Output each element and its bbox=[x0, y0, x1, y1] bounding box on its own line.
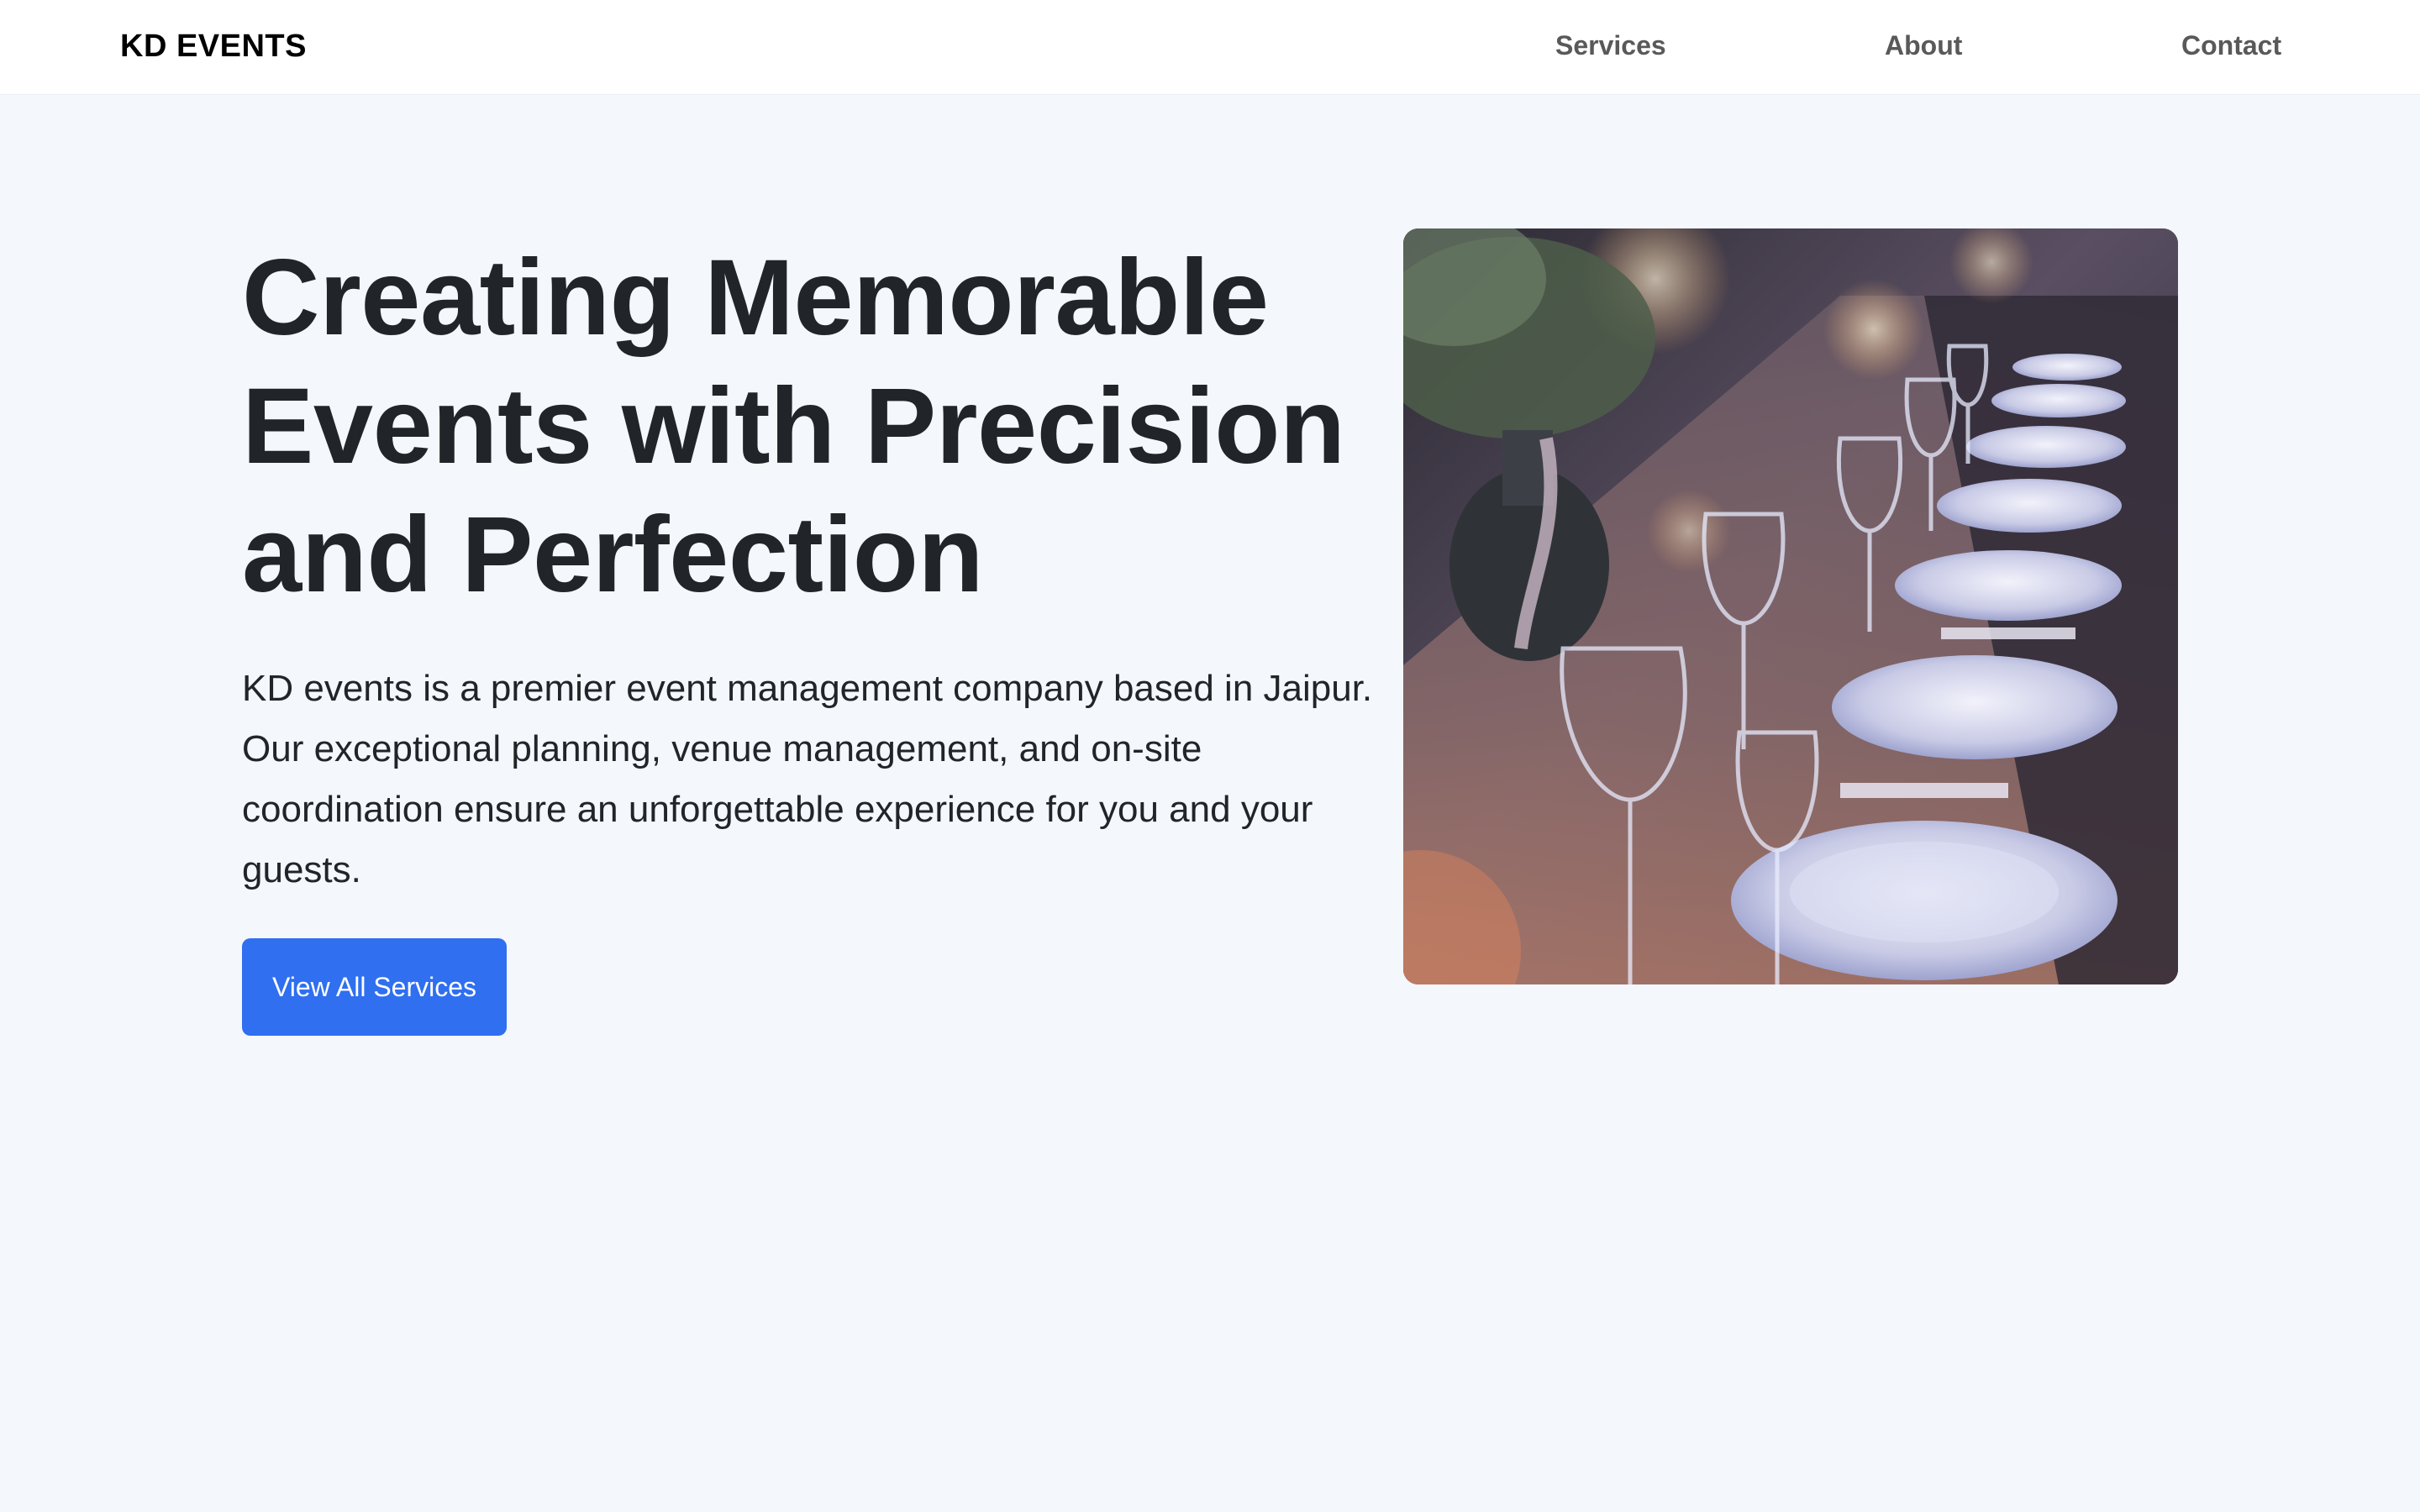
banquet-table-illustration bbox=[1403, 228, 2178, 984]
navbar: KD EVENTS Services About Contact bbox=[0, 0, 2420, 94]
hero-title: Creating Memorable Events with Precision… bbox=[242, 238, 1345, 615]
brand-logo[interactable]: KD EVENTS bbox=[120, 29, 307, 65]
hero-description: KD events is a premier event management … bbox=[242, 668, 1373, 890]
hero-image-banquet-table bbox=[1403, 228, 2178, 984]
view-all-services-button[interactable]: View All Services bbox=[242, 938, 507, 1036]
nav-link-about[interactable]: About bbox=[1885, 30, 1962, 61]
nav-link-contact[interactable]: Contact bbox=[2181, 30, 2281, 61]
nav-link-services[interactable]: Services bbox=[1555, 30, 1666, 61]
